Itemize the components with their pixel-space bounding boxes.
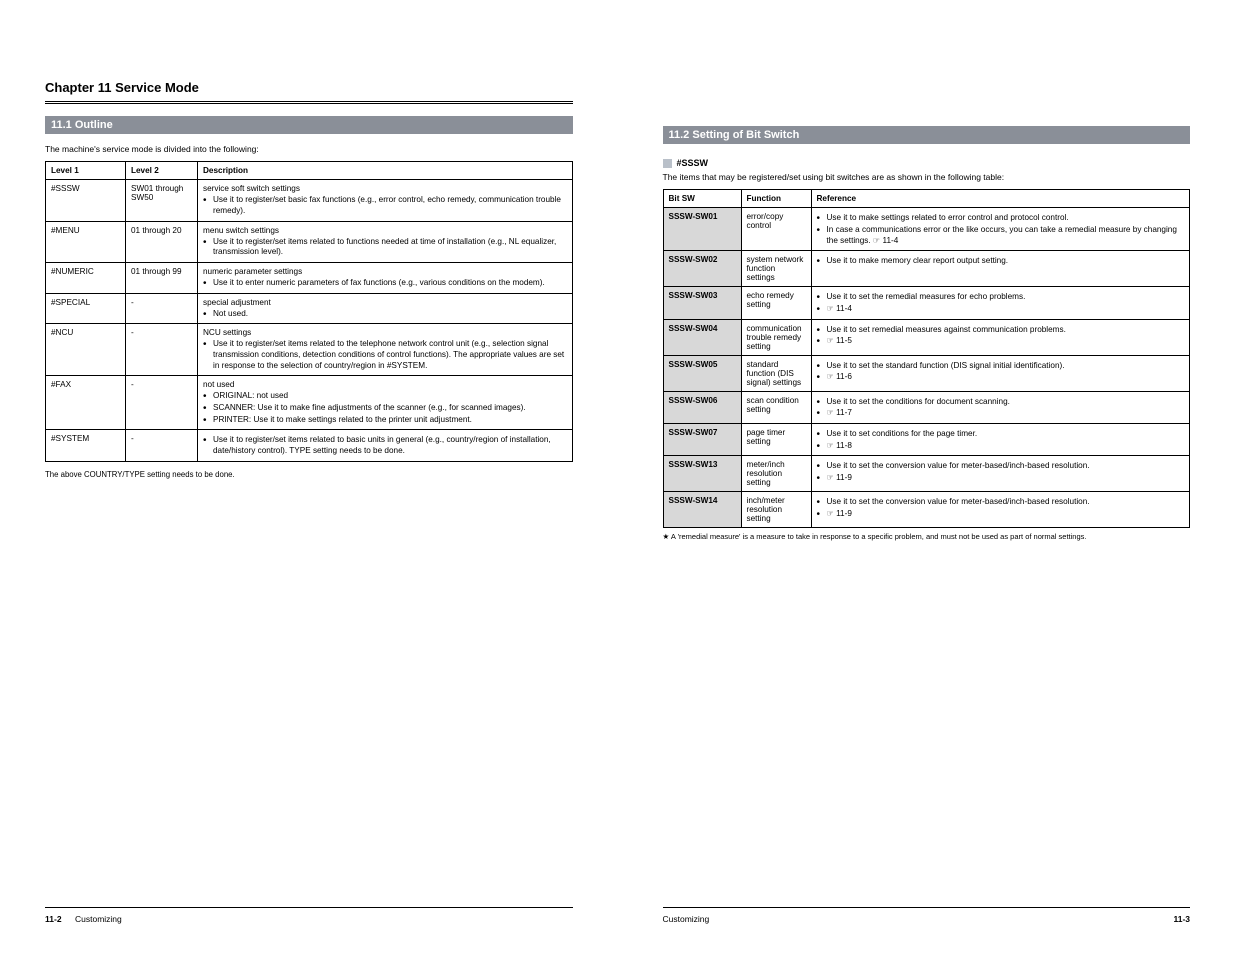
left-page: Chapter 11 Service Mode 11.1 Outline The… xyxy=(0,0,618,954)
table-cell: #SSSW xyxy=(46,180,126,221)
table-cell: Use it to set remedial measures against … xyxy=(811,319,1190,355)
outline-table: Level 1 Level 2 Description #SSSWSW01 th… xyxy=(45,161,573,461)
table-cell: SW01 through SW50 xyxy=(126,180,198,221)
table-cell: #NUMERIC xyxy=(46,263,126,294)
table-cell: SSSW-SW14 xyxy=(663,492,741,528)
section-bar-left: 11.1 Outline xyxy=(45,116,573,134)
table-cell: - xyxy=(126,324,198,376)
table-cell: Use it to set the remedial measures for … xyxy=(811,287,1190,319)
right-footer: Customizing 11-3 xyxy=(663,907,1191,924)
table-cell: Use it to set the standard function (DIS… xyxy=(811,355,1190,391)
table-cell: SSSW-SW02 xyxy=(663,251,741,287)
table-cell: NCU settingsUse it to register/set items… xyxy=(198,324,573,376)
right-page: 11.2 Setting of Bit Switch #SSSW The ite… xyxy=(618,0,1235,954)
table-cell: special adjustmentNot used. xyxy=(198,293,573,324)
note-text: ★ A 'remedial measure' is a measure to t… xyxy=(663,532,1191,542)
left-footnote: The above COUNTRY/TYPE setting needs to … xyxy=(45,470,573,481)
table-cell: SSSW-SW03 xyxy=(663,287,741,319)
table-cell: Use it to set conditions for the page ti… xyxy=(811,424,1190,456)
table-cell: page timer setting xyxy=(741,424,811,456)
table-cell: #MENU xyxy=(46,221,126,262)
table-cell: Use it to set the conversion value for m… xyxy=(811,492,1190,528)
sssw-table: Bit SW Function Reference SSSW-SW01error… xyxy=(663,189,1191,528)
left-footer: 11-2 Customizing xyxy=(45,907,573,924)
table-cell: SSSW-SW01 xyxy=(663,208,741,251)
table-cell: error/copy control xyxy=(741,208,811,251)
table-cell: SSSW-SW13 xyxy=(663,456,741,492)
right-intro: The items that may be registered/set usi… xyxy=(663,172,1191,183)
table-cell: #SYSTEM xyxy=(46,430,126,461)
table-cell: - xyxy=(126,376,198,430)
table-cell: Use it to make memory clear report outpu… xyxy=(811,251,1190,287)
table-cell: Use it to set the conversion value for m… xyxy=(811,456,1190,492)
th-level2: Level 2 xyxy=(126,162,198,180)
table-cell: numeric parameter settingsUse it to ente… xyxy=(198,263,573,294)
left-page-number: 11-2 xyxy=(45,914,75,924)
table-cell: not usedORIGINAL: not usedSCANNER: Use i… xyxy=(198,376,573,430)
table-cell: scan condition setting xyxy=(741,391,811,423)
th-level1: Level 1 xyxy=(46,162,126,180)
table-cell: standard function (DIS signal) settings xyxy=(741,355,811,391)
table-cell: #NCU xyxy=(46,324,126,376)
chapter-title: Chapter 11 Service Mode xyxy=(45,80,573,95)
right-footer-label: Customizing xyxy=(663,914,710,924)
table-cell: SSSW-SW05 xyxy=(663,355,741,391)
th-bitsw: Bit SW xyxy=(663,190,741,208)
table-cell: SSSW-SW04 xyxy=(663,319,741,355)
sssw-subheading: #SSSW xyxy=(663,158,1191,168)
table-cell: inch/meter resolution setting xyxy=(741,492,811,528)
table-cell: Use it to make settings related to error… xyxy=(811,208,1190,251)
section-bar-right: 11.2 Setting of Bit Switch xyxy=(663,126,1191,144)
table-cell: echo remedy setting xyxy=(741,287,811,319)
left-footer-label: Customizing xyxy=(75,914,122,924)
th-function: Function xyxy=(741,190,811,208)
table-cell: 01 through 99 xyxy=(126,263,198,294)
table-cell: - xyxy=(126,293,198,324)
table-cell: 01 through 20 xyxy=(126,221,198,262)
sssw-label: #SSSW xyxy=(677,158,709,168)
table-cell: communication trouble remedy setting xyxy=(741,319,811,355)
table-cell: SSSW-SW06 xyxy=(663,391,741,423)
table-cell: system network function settings xyxy=(741,251,811,287)
table-cell: #SPECIAL xyxy=(46,293,126,324)
left-intro: The machine's service mode is divided in… xyxy=(45,144,573,155)
table-cell: SSSW-SW07 xyxy=(663,424,741,456)
table-cell: meter/inch resolution setting xyxy=(741,456,811,492)
table-cell: #FAX xyxy=(46,376,126,430)
square-bullet-icon xyxy=(663,159,672,168)
table-cell: service soft switch settingsUse it to re… xyxy=(198,180,573,221)
right-page-number: 11-3 xyxy=(1160,914,1190,924)
th-reference: Reference xyxy=(811,190,1190,208)
table-cell: Use it to set the conditions for documen… xyxy=(811,391,1190,423)
th-desc: Description xyxy=(198,162,573,180)
chapter-rule xyxy=(45,101,573,104)
table-cell: menu switch settingsUse it to register/s… xyxy=(198,221,573,262)
table-cell: - xyxy=(126,430,198,461)
table-cell: Use it to register/set items related to … xyxy=(198,430,573,461)
